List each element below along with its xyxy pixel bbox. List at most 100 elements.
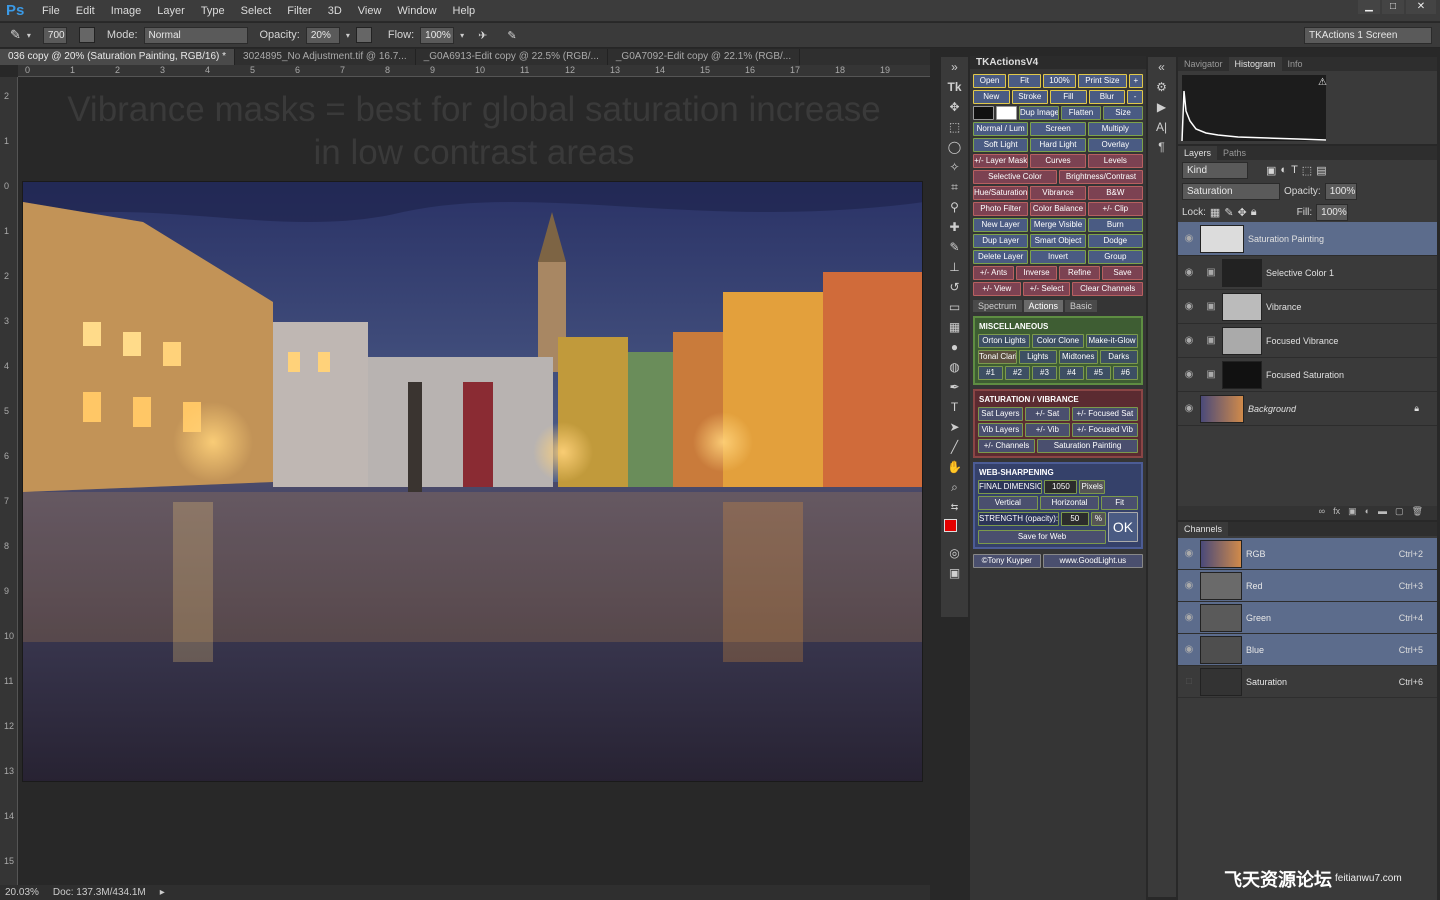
tk-refine-button[interactable]: Refine: [1059, 266, 1100, 280]
tk-clear-channels-button[interactable]: Clear Channels: [1072, 282, 1144, 296]
warning-icon[interactable]: ⚠: [1318, 77, 1327, 88]
new-adjustment-icon[interactable]: ◐: [1365, 506, 1370, 520]
filter-smart-icon[interactable]: ▤: [1316, 164, 1326, 177]
tk-dup-image-button[interactable]: Dup Image: [1019, 106, 1059, 120]
tk-layer-mask-button[interactable]: +/- Layer Mask: [973, 154, 1029, 168]
color-swatches[interactable]: [941, 517, 968, 543]
tk-curves-button[interactable]: Curves: [1030, 154, 1086, 168]
tk-vib-layers-button[interactable]: Vib Layers: [978, 423, 1023, 437]
crop-tool-icon[interactable]: ⌗: [941, 177, 968, 197]
tk-color-clone-button[interactable]: Color Clone: [1032, 334, 1084, 348]
channel-name[interactable]: Saturation: [1246, 677, 1287, 687]
tk-group-button[interactable]: Group: [1087, 250, 1143, 264]
ok-button[interactable]: OK: [1108, 512, 1138, 542]
marquee-tool-icon[interactable]: ⬚: [941, 117, 968, 137]
tk-ants-button[interactable]: +/- Ants: [973, 266, 1014, 280]
tk-panel-icon[interactable]: Tk: [941, 77, 968, 97]
layer-row[interactable]: ◉ ▣ Focused Saturation: [1178, 358, 1437, 392]
tk-view-button[interactable]: +/- View: [973, 282, 1021, 296]
layer-row[interactable]: ◉ ▣ Focused Vibrance: [1178, 324, 1437, 358]
swap-colors-icon[interactable]: ⇆: [941, 497, 968, 517]
visibility-eye-icon[interactable]: ◉: [1178, 267, 1200, 278]
tk-focused-sat-button[interactable]: +/- Focused Sat: [1071, 407, 1138, 421]
airbrush-icon[interactable]: ✈: [478, 29, 487, 42]
tab-channels[interactable]: Channels: [1178, 522, 1229, 536]
tk-dup-layer-button[interactable]: Dup Layer: [973, 234, 1029, 248]
tk-orton-lights-button[interactable]: Orton Lights: [978, 334, 1030, 348]
line-tool-icon[interactable]: ╱: [941, 437, 968, 457]
tk-open-button[interactable]: Open: [973, 74, 1007, 88]
actions-play-icon[interactable]: ▶: [1148, 97, 1175, 117]
tk-preset-1-button[interactable]: #1: [978, 366, 1003, 380]
tk-save-button[interactable]: Save: [1102, 266, 1143, 280]
channel-name[interactable]: Red: [1246, 581, 1263, 591]
eyedropper-tool-icon[interactable]: ⚲: [941, 197, 968, 217]
tk-clip-button[interactable]: +/- Clip: [1087, 202, 1143, 216]
horizontal-radio[interactable]: Horizontal: [1039, 496, 1100, 510]
pressure-opacity-icon[interactable]: [355, 27, 372, 43]
flow-dropdown-icon[interactable]: ▾: [460, 31, 464, 40]
zoom-tool-icon[interactable]: ⌕: [941, 477, 968, 497]
move-tool-icon[interactable]: ✥: [941, 97, 968, 117]
tk-dodge-button[interactable]: Dodge: [1087, 234, 1143, 248]
tk-hard-light-button[interactable]: Hard Light: [1030, 138, 1086, 152]
collapse-toolbar-icon[interactable]: »: [941, 57, 968, 77]
tk-inverse-button[interactable]: Inverse: [1016, 266, 1057, 280]
layer-row[interactable]: ◉ ▣ Selective Color 1: [1178, 256, 1437, 290]
close-icon[interactable]: ✕: [1406, 0, 1436, 14]
menu-type[interactable]: Type: [193, 5, 233, 17]
history-brush-tool-icon[interactable]: ↺: [941, 277, 968, 297]
opacity-field[interactable]: 20%: [305, 26, 340, 44]
tk-brightness-contrast-button[interactable]: Brightness/Contrast: [1059, 170, 1143, 184]
tk-photo-filter-button[interactable]: Photo Filter: [973, 202, 1029, 216]
tool-preset-dropdown-icon[interactable]: ▾: [27, 31, 31, 40]
dodge-tool-icon[interactable]: ◍: [941, 357, 968, 377]
filter-kind-select[interactable]: Kind: [1182, 161, 1248, 179]
gradient-tool-icon[interactable]: ▦: [941, 317, 968, 337]
tk-flatten-button[interactable]: Flatten: [1061, 106, 1101, 120]
visibility-eye-icon[interactable]: ◉: [1178, 612, 1200, 623]
visibility-eye-icon[interactable]: ◉: [1178, 644, 1200, 655]
properties-icon[interactable]: ⚙: [1148, 77, 1175, 97]
tk-preset-2-button[interactable]: #2: [1005, 366, 1030, 380]
visibility-eye-icon[interactable]: ◉: [1178, 233, 1200, 244]
tab-histogram[interactable]: Histogram: [1228, 57, 1282, 71]
visibility-eye-icon[interactable]: ◉: [1178, 548, 1200, 559]
status-menu-icon[interactable]: ▸: [160, 887, 165, 898]
tk-channels-button[interactable]: +/- Channels: [978, 439, 1035, 453]
tk-size-button[interactable]: Size: [1103, 106, 1143, 120]
blur-tool-icon[interactable]: ●: [941, 337, 968, 357]
workspace-select[interactable]: TKActions 1 Screen: [1304, 26, 1432, 44]
tk-lights-button[interactable]: Lights: [1018, 350, 1057, 364]
menu-layer[interactable]: Layer: [149, 5, 193, 17]
doc-tab-4[interactable]: _G0A7092-Edit copy @ 22.1% (RGB/...: [608, 49, 801, 65]
tk-stroke-button[interactable]: Stroke: [1011, 90, 1049, 104]
hand-tool-icon[interactable]: ✋: [941, 457, 968, 477]
tk-normal-lum-button[interactable]: Normal / Lum: [973, 122, 1029, 136]
collapse-panels-icon[interactable]: «: [1148, 57, 1175, 77]
channel-row[interactable]: ◉ Green Ctrl+4: [1178, 602, 1437, 634]
channel-name[interactable]: RGB: [1246, 549, 1266, 559]
brush-tool-icon[interactable]: ✎: [941, 237, 968, 257]
tk-smart-object-button[interactable]: Smart Object: [1030, 234, 1086, 248]
tk-preset-3-button[interactable]: #3: [1032, 366, 1057, 380]
layer-row[interactable]: ◉ ▣ Vibrance: [1178, 290, 1437, 324]
visibility-eye-icon[interactable]: ◉: [1178, 403, 1200, 414]
tony-kuyper-link[interactable]: ©Tony Kuyper: [973, 554, 1041, 568]
filter-shape-icon[interactable]: ⬚: [1302, 164, 1312, 177]
minimize-icon[interactable]: ▁: [1358, 0, 1380, 14]
layer-row[interactable]: ◉ Background 🔒︎: [1178, 392, 1437, 426]
channel-row[interactable]: □ Saturation Ctrl+6: [1178, 666, 1437, 698]
lasso-tool-icon[interactable]: ◯: [941, 137, 968, 157]
flow-field[interactable]: 100%: [420, 26, 455, 44]
layer-row[interactable]: ◉ Saturation Painting: [1178, 222, 1437, 256]
lock-all-icon[interactable]: 🔒︎: [1251, 206, 1257, 219]
tk-vibrance-button[interactable]: Vibrance: [1030, 186, 1086, 200]
visibility-toggle[interactable]: □: [1178, 676, 1200, 687]
brush-panel-icon[interactable]: [78, 27, 95, 43]
filter-adjustment-icon[interactable]: ◐: [1280, 164, 1287, 176]
quick-mask-icon[interactable]: ◎: [941, 543, 968, 563]
brush-tool-icon[interactable]: ✎: [10, 27, 21, 43]
tk-midtones-button[interactable]: Midtones: [1059, 350, 1098, 364]
tk-color-balance-button[interactable]: Color Balance: [1030, 202, 1086, 216]
